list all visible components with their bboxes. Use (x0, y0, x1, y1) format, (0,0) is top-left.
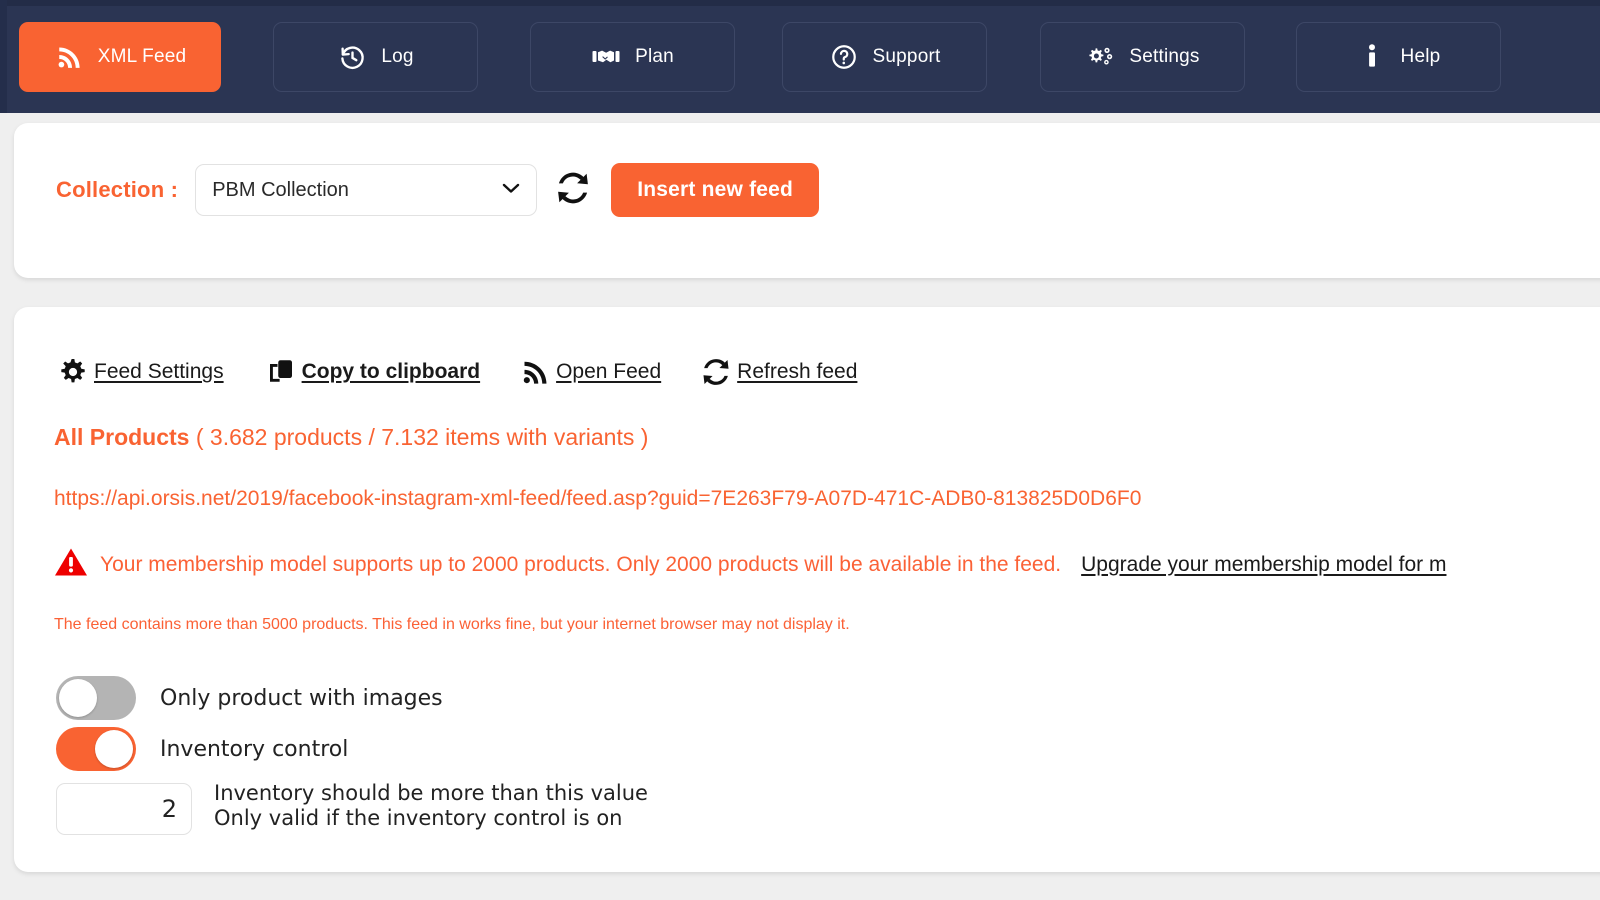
nav-item-help[interactable]: Help (1296, 22, 1501, 92)
nav-item-label: Plan (635, 46, 674, 67)
nav-item-support[interactable]: Support (782, 22, 987, 92)
only-product-with-images-label: Only product with images (160, 685, 443, 711)
nav-item-xml-feed[interactable]: XML Feed (19, 22, 221, 92)
collection-row: Collection : PBM Collection Insert new f… (56, 163, 820, 217)
handshake-icon (591, 42, 621, 72)
option-inventory-control: Inventory control (56, 727, 348, 771)
gear-icon (56, 355, 90, 389)
nav-item-label: Settings (1129, 46, 1200, 67)
inventory-threshold-hint-line1: Inventory should be more than this value (214, 781, 648, 805)
warning-triangle-icon (54, 547, 88, 582)
products-title: All Products (54, 424, 190, 450)
copy-to-clipboard-label: Copy to clipboard (301, 360, 481, 383)
inventory-threshold-hint-line2: Only valid if the inventory control is o… (214, 805, 623, 830)
nav-item-label: Help (1400, 46, 1441, 67)
upgrade-membership-link[interactable]: Upgrade your membership model for m (1081, 553, 1446, 577)
membership-warning-text: Your membership model supports up to 200… (100, 552, 1062, 576)
info-icon (1357, 42, 1387, 72)
toggle-knob (59, 679, 97, 717)
option-only-products-with-images: Only product with images (56, 676, 443, 720)
feed-url-link[interactable]: https://api.orsis.net/2019/facebook-inst… (54, 487, 1141, 511)
only-product-with-images-toggle[interactable] (56, 676, 136, 720)
membership-warning: Your membership model supports up to 200… (54, 547, 1446, 582)
open-feed-link[interactable]: Open Feed (518, 355, 661, 389)
nav-item-label: Log (381, 46, 414, 67)
feed-actions-row: Feed Settings Copy to clipboard Open Fee… (56, 355, 857, 389)
toggle-knob (95, 730, 133, 768)
refresh-feed-label: Refresh feed (737, 360, 858, 383)
collection-label: Collection : (56, 177, 179, 202)
feed-settings-label: Feed Settings (94, 360, 224, 383)
rss-icon (518, 355, 552, 389)
inventory-threshold-input[interactable] (56, 783, 192, 835)
products-counts: ( 3.682 products / 7.132 items with vari… (195, 424, 649, 450)
feed-settings-link[interactable]: Feed Settings (56, 355, 224, 389)
feed-size-note: The feed contains more than 5000 product… (54, 616, 850, 633)
refresh-icon (699, 355, 733, 389)
insert-new-feed-button[interactable]: Insert new feed (611, 163, 820, 217)
gears-icon (1085, 42, 1115, 72)
inventory-control-toggle[interactable] (56, 727, 136, 771)
navbar-left-edge (0, 0, 7, 113)
nav-item-settings[interactable]: Settings (1040, 22, 1245, 92)
history-icon (337, 42, 367, 72)
open-feed-label: Open Feed (556, 360, 662, 383)
copy-to-clipboard-link[interactable]: Copy to clipboard (264, 355, 481, 389)
top-navbar: XML Feed Log Plan Support Settings Help (0, 0, 1600, 113)
refresh-icon (554, 169, 592, 212)
refresh-collection-button[interactable] (551, 168, 595, 212)
collection-select-value: PBM Collection (212, 178, 349, 201)
collection-select[interactable]: PBM Collection (195, 164, 538, 216)
inventory-control-label: Inventory control (160, 736, 349, 762)
navbar-items: XML Feed Log Plan Support Settings Help (19, 22, 1501, 92)
nav-item-log[interactable]: Log (273, 22, 478, 92)
navbar-top-strip (0, 0, 1600, 6)
rss-icon (54, 42, 84, 72)
option-inventory-threshold: Inventory should be more than this value… (56, 781, 648, 835)
question-circle-icon (829, 42, 859, 72)
nav-item-label: Support (872, 46, 941, 67)
inventory-threshold-hint: Inventory should be more than this value… (214, 781, 648, 831)
copy-icon (264, 355, 298, 389)
chevron-down-icon (502, 181, 520, 199)
collection-card: Collection : PBM Collection Insert new f… (14, 123, 1600, 278)
products-summary: All Products ( 3.682 products / 7.132 it… (54, 424, 648, 451)
nav-item-label: XML Feed (97, 46, 187, 67)
nav-item-plan[interactable]: Plan (530, 22, 735, 92)
refresh-feed-link[interactable]: Refresh feed (699, 355, 857, 389)
